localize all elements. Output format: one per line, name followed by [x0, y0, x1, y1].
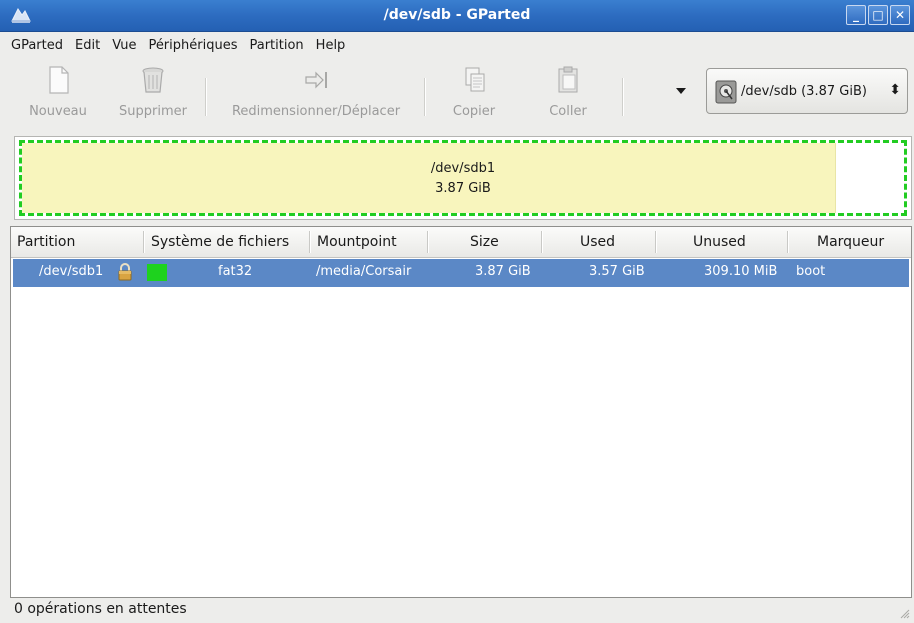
column-divider[interactable]	[309, 231, 311, 253]
cell-used: 3.57 GiB	[589, 264, 645, 279]
column-header-filesystem[interactable]: Système de fichiers	[151, 234, 289, 250]
toolbar: Nouveau Supprimer Redimensionner/Déplace…	[0, 58, 914, 128]
cell-size: 3.87 GiB	[475, 264, 531, 279]
new-label: Nouveau	[29, 104, 87, 119]
partition-used-space	[22, 143, 836, 213]
trash-icon	[142, 67, 164, 93]
maximize-icon[interactable]: □	[868, 5, 888, 25]
resize-grip-icon[interactable]	[900, 609, 910, 619]
partition-map-size: 3.87 GiB	[435, 181, 491, 196]
cell-unused: 309.10 MiB	[704, 264, 778, 279]
gparted-window: /dev/sdb - GParted _ □ ✕ GParted Edit Vu…	[0, 0, 914, 623]
column-divider[interactable]	[143, 231, 145, 253]
partition-list: Partition Système de fichiers Mountpoint…	[10, 226, 912, 598]
toolbar-overflow-arrow-icon[interactable]	[676, 88, 686, 94]
device-combo-label: /dev/sdb (3.87 GiB)	[741, 84, 867, 99]
copy-button[interactable]: Copier	[444, 62, 504, 126]
lock-icon	[118, 263, 132, 281]
column-header-size[interactable]: Size	[470, 234, 499, 250]
menu-edit[interactable]: Edit	[69, 38, 106, 53]
copy-label: Copier	[452, 104, 496, 119]
cell-mountpoint: /media/Corsair	[316, 264, 412, 279]
delete-button[interactable]: Supprimer	[110, 62, 196, 126]
paste-label: Coller	[549, 104, 587, 119]
partition-map: /dev/sdb1 3.87 GiB	[14, 136, 912, 220]
toolbar-separator	[424, 78, 426, 116]
delete-label: Supprimer	[119, 104, 187, 119]
column-header-flags[interactable]: Marqueur	[817, 234, 884, 250]
column-divider[interactable]	[541, 231, 543, 253]
harddisk-icon	[715, 80, 737, 104]
column-header-mountpoint[interactable]: Mountpoint	[317, 234, 397, 250]
minimize-icon[interactable]: _	[846, 5, 866, 25]
cell-filesystem: fat32	[218, 264, 253, 279]
toolbar-separator	[205, 78, 207, 116]
column-divider[interactable]	[655, 231, 657, 253]
title-bar[interactable]: /dev/sdb - GParted _ □ ✕	[0, 0, 914, 32]
menu-devices[interactable]: Périphériques	[142, 38, 243, 53]
column-header-unused[interactable]: Unused	[693, 234, 746, 250]
resize-move-button[interactable]: Redimensionner/Déplacer	[218, 62, 414, 126]
menu-gparted[interactable]: GParted	[5, 38, 69, 53]
copy-icon	[465, 67, 485, 92]
partition-block-sdb1[interactable]: /dev/sdb1 3.87 GiB	[19, 140, 907, 216]
menu-help[interactable]: Help	[310, 38, 352, 53]
new-button[interactable]: Nouveau	[22, 62, 94, 126]
cell-flags: boot	[796, 264, 826, 279]
combo-spinner-icon: ⬍	[889, 82, 901, 98]
new-document-icon	[49, 66, 69, 94]
menu-partition[interactable]: Partition	[243, 38, 309, 53]
resize-arrow-icon	[305, 71, 327, 89]
column-divider[interactable]	[787, 231, 789, 253]
column-header-used[interactable]: Used	[580, 234, 615, 250]
paste-button[interactable]: Coller	[538, 62, 598, 126]
device-selector[interactable]: /dev/sdb (3.87 GiB) ⬍	[706, 68, 908, 114]
table-row[interactable]: /dev/sdb1 fat32 /media/Corsair 3.87 GiB …	[13, 259, 909, 287]
toolbar-separator	[622, 78, 624, 116]
menu-view[interactable]: Vue	[106, 38, 142, 53]
column-header-partition[interactable]: Partition	[17, 234, 75, 250]
status-bar: 0 opérations en attentes	[0, 598, 914, 623]
cell-partition: /dev/sdb1	[39, 264, 104, 279]
list-header: Partition Système de fichiers Mountpoint…	[11, 227, 911, 258]
partition-map-name: /dev/sdb1	[430, 161, 496, 176]
pending-operations-status: 0 opérations en attentes	[14, 601, 187, 617]
partition-unused-space	[836, 143, 904, 213]
filesystem-color-swatch	[147, 264, 167, 281]
close-icon[interactable]: ✕	[890, 5, 910, 25]
menu-bar: GParted Edit Vue Périphériques Partition…	[0, 32, 914, 58]
resize-move-label: Redimensionner/Déplacer	[231, 104, 401, 119]
column-divider[interactable]	[427, 231, 429, 253]
window-title: /dev/sdb - GParted	[383, 7, 531, 23]
paste-clipboard-icon	[558, 66, 578, 93]
